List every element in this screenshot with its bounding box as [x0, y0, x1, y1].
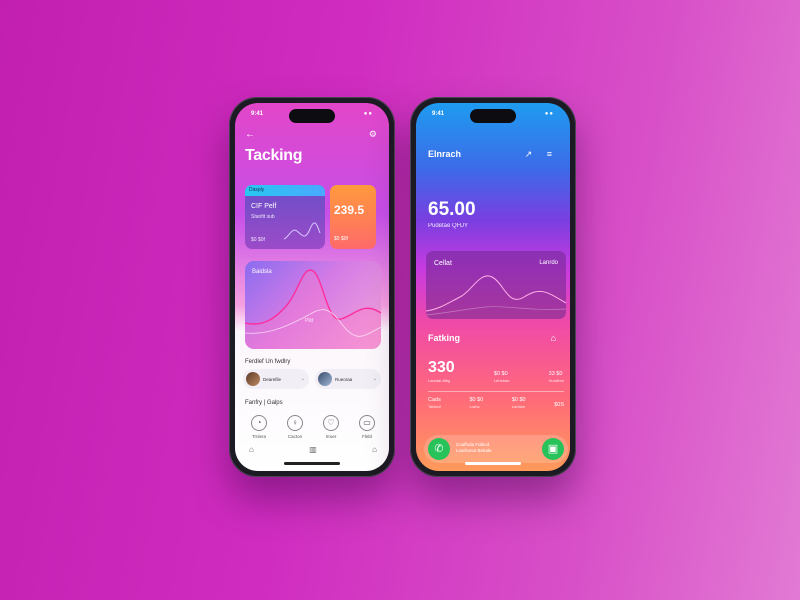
- contact-name: Rueoraa: [335, 376, 353, 382]
- stats-row: 330 Lanntal dttig $0 $0 Leheirao 33 $0 H…: [428, 359, 564, 383]
- back-arrow-icon[interactable]: ←: [245, 129, 255, 140]
- chart-label-right: Lanrdo: [539, 260, 558, 266]
- wave-chart-mid-label: Plld: [305, 318, 314, 324]
- stat-item: $0 $0 Lantlan: [512, 397, 526, 409]
- call-bar-line2: Loarhunot Belrale: [456, 448, 492, 453]
- stat-label: Lanntal dttig: [428, 378, 450, 383]
- section-title: Fatking: [428, 333, 461, 343]
- stat-label: Tabtcdl: [428, 404, 441, 409]
- person-icon: ♀: [287, 415, 303, 431]
- stat-item: 33 $0 Hurdibre: [549, 371, 564, 383]
- status-indicators: ●●: [544, 111, 554, 117]
- contact-chip[interactable]: Rueoraa ⌄: [315, 369, 381, 389]
- chevron-down-icon: ⌄: [300, 376, 305, 382]
- right-phone: 9:41 ●● Elnrach ↗ ≡ 65.00 Pudetae QHJY C…: [410, 97, 576, 477]
- grid-item[interactable]: ♀ Cacton: [279, 415, 311, 445]
- mini-sparkline: [283, 222, 321, 240]
- status-time: 9:41: [432, 111, 445, 117]
- home-icon[interactable]: ⌂: [551, 333, 556, 343]
- balance-subtitle: Pudetae QHJY: [428, 223, 469, 229]
- notch: [289, 109, 335, 123]
- stat-value: 330: [428, 359, 455, 376]
- left-phone: 9:41 ●● ← ⚙ Tacking Dasply CIF Pelf Stan…: [229, 97, 395, 477]
- grid-item-label: Flebl: [362, 434, 372, 439]
- stat-value: Cads: [428, 397, 441, 403]
- header-actions-icon[interactable]: ↗ ≡: [525, 149, 558, 160]
- stat-value: $0S: [554, 402, 564, 408]
- grid-item[interactable]: ♡ Irruer: [315, 415, 347, 445]
- chart-label: Cellat: [434, 260, 452, 267]
- stat-value: $0 $0: [511, 397, 526, 403]
- grid-item-label: Trnlera: [251, 434, 267, 439]
- amount-card-value: 239.5: [334, 203, 365, 217]
- grid-item-label: Irruer: [325, 434, 337, 439]
- stat-value: $0 $0: [493, 371, 508, 377]
- heart-icon: ♡: [323, 415, 339, 431]
- stat-label: Hurdibre: [548, 378, 564, 383]
- summary-card-subtitle: Stanfit sub: [251, 214, 275, 220]
- clock-icon: ◔: [251, 415, 267, 431]
- contact-name: Dearefile: [263, 376, 282, 382]
- profile-icon[interactable]: ⌂: [372, 445, 377, 454]
- message-icon[interactable]: ▣: [542, 438, 564, 460]
- phone-icon[interactable]: ✆: [428, 438, 450, 460]
- wave-chart-card[interactable]: Baidsla Plld: [245, 261, 381, 349]
- grid-item[interactable]: ▭ Flebl: [351, 415, 383, 445]
- contact-chip[interactable]: Dearefile ⌄: [243, 369, 309, 389]
- contact-row: Dearefile ⌄ Rueoraa ⌄: [243, 369, 383, 389]
- notch: [470, 109, 516, 123]
- stat-value: 33 $0: [548, 371, 563, 377]
- summary-card[interactable]: Dasply CIF Pelf Stanfit sub $0 $0f: [245, 185, 325, 249]
- home-icon[interactable]: ⌂: [249, 445, 254, 454]
- card-icon: ▭: [359, 415, 375, 431]
- grid-item-label: Cacton: [287, 434, 303, 439]
- line-chart-card[interactable]: Cellat Lanrdo: [426, 251, 566, 319]
- settings-icon[interactable]: ⚙: [369, 129, 377, 140]
- stats-row: Cads Tabtcdl $0 $0 Lrahs $0 $0 Lantlan $…: [428, 397, 564, 409]
- page-title: Elnrach: [428, 149, 462, 159]
- stat-item: $0S: [554, 402, 564, 409]
- call-bar-text: Coaffuda Fddiod Loarhunot Belrale: [456, 442, 492, 454]
- home-indicator: [284, 462, 340, 465]
- stat-item: Cads Tabtcdl: [428, 397, 441, 409]
- status-indicators: ●●: [363, 111, 373, 117]
- section-title-contacts: Ferdlef Un fwdlry: [245, 359, 291, 365]
- avatar: [246, 372, 260, 386]
- icon-grid: ◔ Trnlera ♀ Cacton ♡ Irruer ▭ Flebl: [243, 415, 383, 445]
- stat-item: 330 Lanntal dttig: [428, 359, 455, 383]
- summary-card-header: Dasply: [245, 185, 325, 196]
- stat-label: Lrahs: [469, 404, 480, 409]
- stat-value: $0 $0: [469, 397, 484, 403]
- summary-card-value: $0 $0f: [251, 237, 265, 243]
- status-time: 9:41: [251, 111, 264, 117]
- right-phone-screen: 9:41 ●● Elnrach ↗ ≡ 65.00 Pudetae QHJY C…: [416, 103, 570, 471]
- amount-card-sub: $0 $0f: [334, 236, 348, 242]
- balance-amount: 65.00: [428, 199, 476, 220]
- summary-card-title: CIF Pelf: [251, 203, 277, 210]
- page-title: Tacking: [245, 147, 303, 164]
- chevron-down-icon: ⌄: [372, 376, 377, 382]
- amount-card[interactable]: 239.5 $0 $0f: [330, 185, 376, 249]
- left-phone-screen: 9:41 ●● ← ⚙ Tacking Dasply CIF Pelf Stan…: [235, 103, 389, 471]
- stat-label: Lantlan: [511, 404, 525, 409]
- grid-item[interactable]: ◔ Trnlera: [243, 415, 275, 445]
- section-title-groups: Fanfry | Galps: [245, 400, 283, 406]
- stat-label: Leheirao: [493, 378, 510, 383]
- home-indicator: [465, 462, 521, 465]
- wave-chart-label: Baidsla: [252, 269, 272, 275]
- avatar: [318, 372, 332, 386]
- stat-item: $0 $0 Lrahs: [469, 397, 483, 409]
- divider: [428, 391, 564, 392]
- stats-icon[interactable]: ▥: [309, 445, 317, 454]
- call-bar: ✆ Coaffuda Fddiod Loarhunot Belrale ▣: [424, 435, 568, 463]
- bottom-nav: ⌂ ▥ ⌂: [249, 445, 377, 454]
- stat-item: $0 $0 Leheirao: [494, 371, 510, 383]
